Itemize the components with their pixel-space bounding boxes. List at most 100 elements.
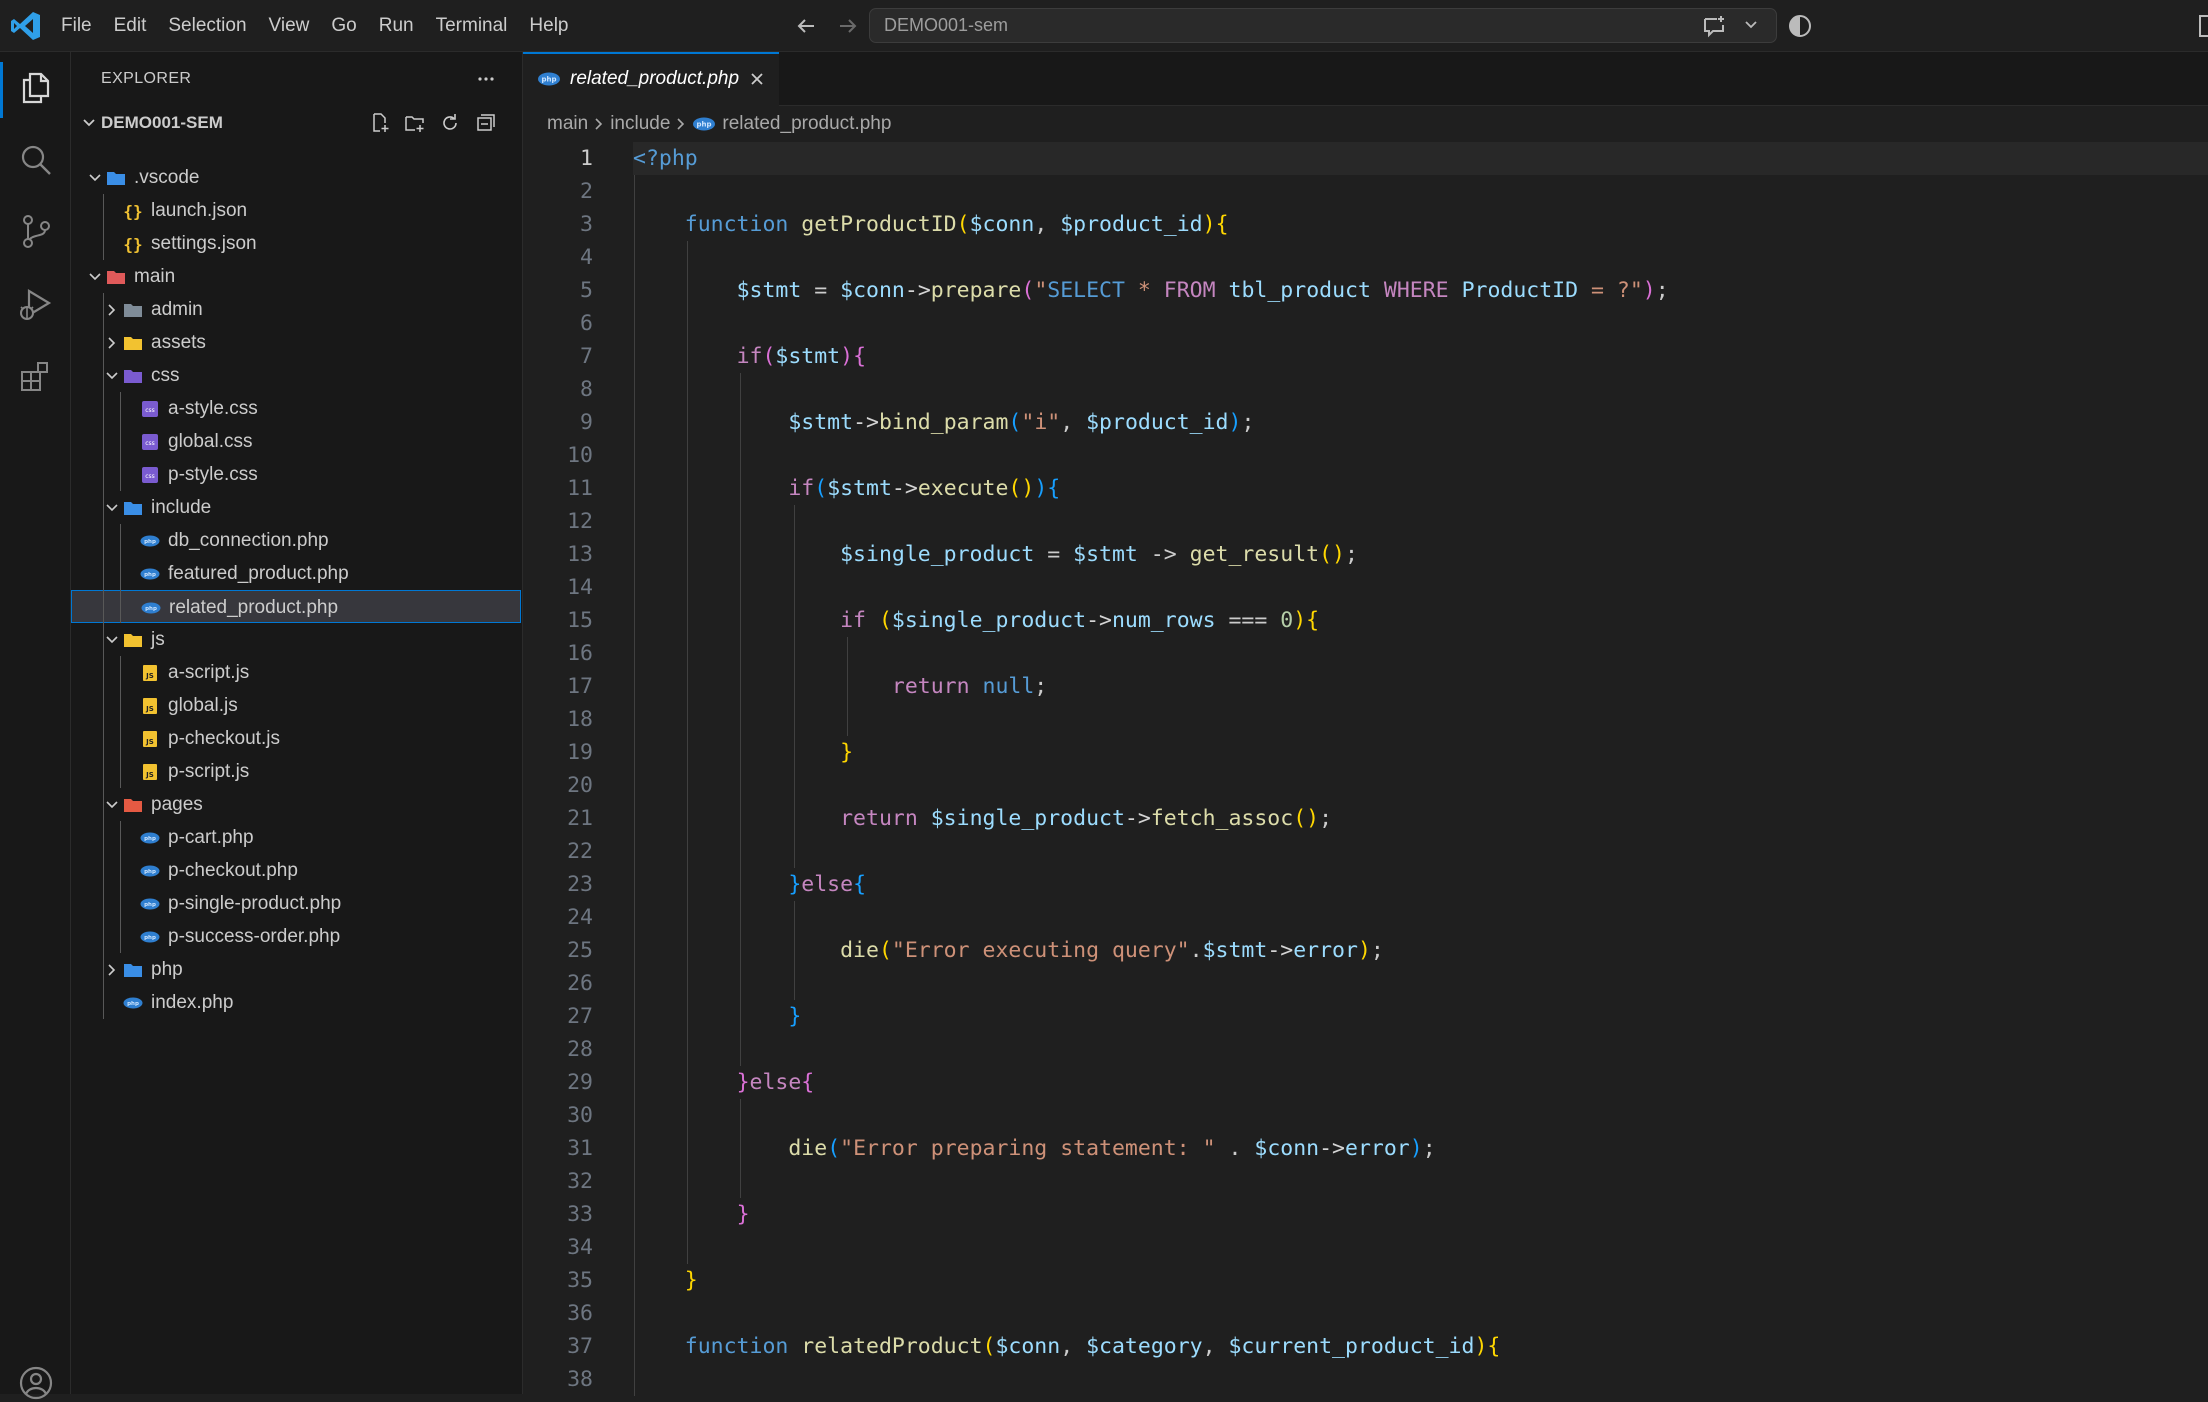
ellipsis-icon[interactable]	[475, 68, 497, 90]
refresh-icon[interactable]	[439, 112, 461, 134]
menu-terminal[interactable]: Terminal	[429, 0, 515, 52]
new-file-icon[interactable]	[369, 112, 391, 134]
menu-file[interactable]: File	[54, 0, 99, 52]
chevron-down-icon[interactable]	[102, 498, 122, 518]
command-center-label: DEMO001-sem	[884, 15, 1009, 35]
tree-file[interactable]: css global.css	[71, 425, 521, 458]
code-line: $stmt->bind_param("i", $product_id);	[788, 410, 1255, 435]
tree-item-label: global.css	[168, 431, 253, 452]
line-number: 28	[567, 1037, 593, 1062]
code-line: }	[840, 740, 854, 765]
tab-related-product[interactable]: php related_product.php	[523, 52, 779, 106]
extensions-icon[interactable]	[17, 358, 55, 396]
tree-file[interactable]: php p-checkout.php	[71, 854, 521, 887]
editor-group: php related_product.php main include php…	[523, 52, 2208, 1396]
svg-text:php: php	[144, 572, 156, 578]
tree-file[interactable]: JS p-script.js	[71, 755, 521, 788]
chevron-down-icon[interactable]	[1741, 15, 1761, 35]
tree-item-label: global.js	[168, 695, 238, 716]
php-file-icon: php	[140, 832, 160, 844]
tree-folder-php[interactable]: php	[71, 953, 521, 986]
php-file-icon: php	[140, 568, 160, 580]
chevron-down-icon[interactable]	[102, 630, 122, 650]
search-icon[interactable]	[17, 141, 55, 179]
indent-guide	[103, 194, 104, 260]
tree-folder-assets[interactable]: assets	[71, 326, 521, 359]
chevron-right-icon[interactable]	[102, 960, 122, 980]
tree-item-label: related_product.php	[169, 597, 339, 618]
tree-folder-vscode[interactable]: .vscode	[71, 161, 521, 194]
workspace-folder-header[interactable]: DEMO001-SEM	[71, 106, 523, 139]
tree-folder-js[interactable]: js	[71, 623, 521, 656]
tree-folder-main[interactable]: main	[71, 260, 521, 293]
breadcrumb-item-file[interactable]: related_product.php	[722, 113, 891, 135]
arrow-left-icon[interactable]	[792, 12, 820, 40]
indent-guide	[634, 175, 635, 1396]
close-icon[interactable]	[747, 69, 767, 89]
menu-view[interactable]: View	[262, 0, 317, 52]
line-number: 34	[567, 1235, 593, 1260]
tree-folder-css[interactable]: css	[71, 359, 521, 392]
breadcrumb-item-include[interactable]: include	[610, 113, 670, 135]
tree-file[interactable]: php p-single-product.php	[71, 887, 521, 920]
menu-selection[interactable]: Selection	[161, 0, 253, 52]
svg-text:{}: {}	[123, 235, 142, 254]
indent-guide	[120, 392, 121, 491]
active-indicator	[0, 62, 3, 118]
menu-edit[interactable]: Edit	[107, 0, 154, 52]
code-line: die("Error executing query".$stmt->error…	[840, 938, 1384, 963]
vscode-logo-icon[interactable]	[10, 11, 42, 41]
indent-guide	[120, 821, 121, 953]
line-number: 33	[567, 1202, 593, 1227]
tree-file[interactable]: JS global.js	[71, 689, 521, 722]
panel-layout-icon[interactable]	[2198, 12, 2208, 40]
tree-item-label: main	[134, 266, 176, 287]
run-debug-icon[interactable]	[17, 285, 55, 323]
indent-guide	[740, 1099, 742, 1198]
chevron-down-icon[interactable]	[85, 267, 105, 287]
tree-file[interactable]: JS a-script.js	[71, 656, 521, 689]
chat-icon[interactable]	[1700, 12, 1728, 40]
arrow-right-icon[interactable]	[834, 12, 862, 40]
tree-file[interactable]: css a-style.css	[71, 392, 521, 425]
tree-folder-include[interactable]: include	[71, 491, 521, 524]
tree-file[interactable]: {} settings.json	[71, 227, 521, 260]
breadcrumb-item-main[interactable]: main	[547, 113, 588, 135]
account-icon[interactable]	[17, 1364, 55, 1402]
tree-file[interactable]: php p-cart.php	[71, 821, 521, 854]
tree-file[interactable]: JS p-checkout.js	[71, 722, 521, 755]
tree-item-label: p-script.js	[168, 761, 250, 782]
command-center[interactable]: DEMO001-sem	[869, 8, 1777, 43]
tree-file[interactable]: php related_product.php	[71, 590, 521, 623]
new-folder-icon[interactable]	[404, 112, 426, 134]
tree-folder-pages[interactable]: pages	[71, 788, 521, 821]
tree-file[interactable]: php db_connection.php	[71, 524, 521, 557]
files-icon[interactable]	[17, 69, 55, 107]
menu-help[interactable]: Help	[522, 0, 575, 52]
chevron-right-icon[interactable]	[102, 333, 122, 353]
tree-folder-admin[interactable]: admin	[71, 293, 521, 326]
svg-text:JS: JS	[145, 672, 154, 680]
json-file-icon: {}	[123, 202, 142, 221]
code-editor[interactable]: 1 <?php 2 3 function getProductID($conn, $p…	[523, 142, 2208, 1396]
menu-run[interactable]: Run	[372, 0, 421, 52]
code-line: }else{	[736, 1070, 815, 1095]
chevron-down-icon[interactable]	[102, 795, 122, 815]
tree-file[interactable]: php index.php	[71, 986, 521, 1019]
chevron-down-icon[interactable]	[102, 366, 122, 386]
code-line: $stmt = $conn->prepare("SELECT * FROM tb…	[736, 278, 1669, 303]
line-number: 36	[567, 1301, 593, 1326]
tree-file[interactable]: php featured_product.php	[71, 557, 521, 590]
line-number: 10	[567, 443, 593, 468]
layout-icon[interactable]	[1786, 12, 1814, 40]
chevron-right-icon[interactable]	[102, 300, 122, 320]
source-control-icon[interactable]	[17, 212, 55, 250]
tree-file[interactable]: php p-success-order.php	[71, 920, 521, 953]
collapse-all-icon[interactable]	[474, 112, 496, 134]
php-file-icon: php	[140, 865, 160, 877]
tree-file[interactable]: css p-style.css	[71, 458, 521, 491]
menu-go[interactable]: Go	[324, 0, 363, 52]
svg-text:JS: JS	[145, 705, 154, 713]
tree-file[interactable]: {} launch.json	[71, 194, 521, 227]
chevron-down-icon[interactable]	[85, 168, 105, 188]
